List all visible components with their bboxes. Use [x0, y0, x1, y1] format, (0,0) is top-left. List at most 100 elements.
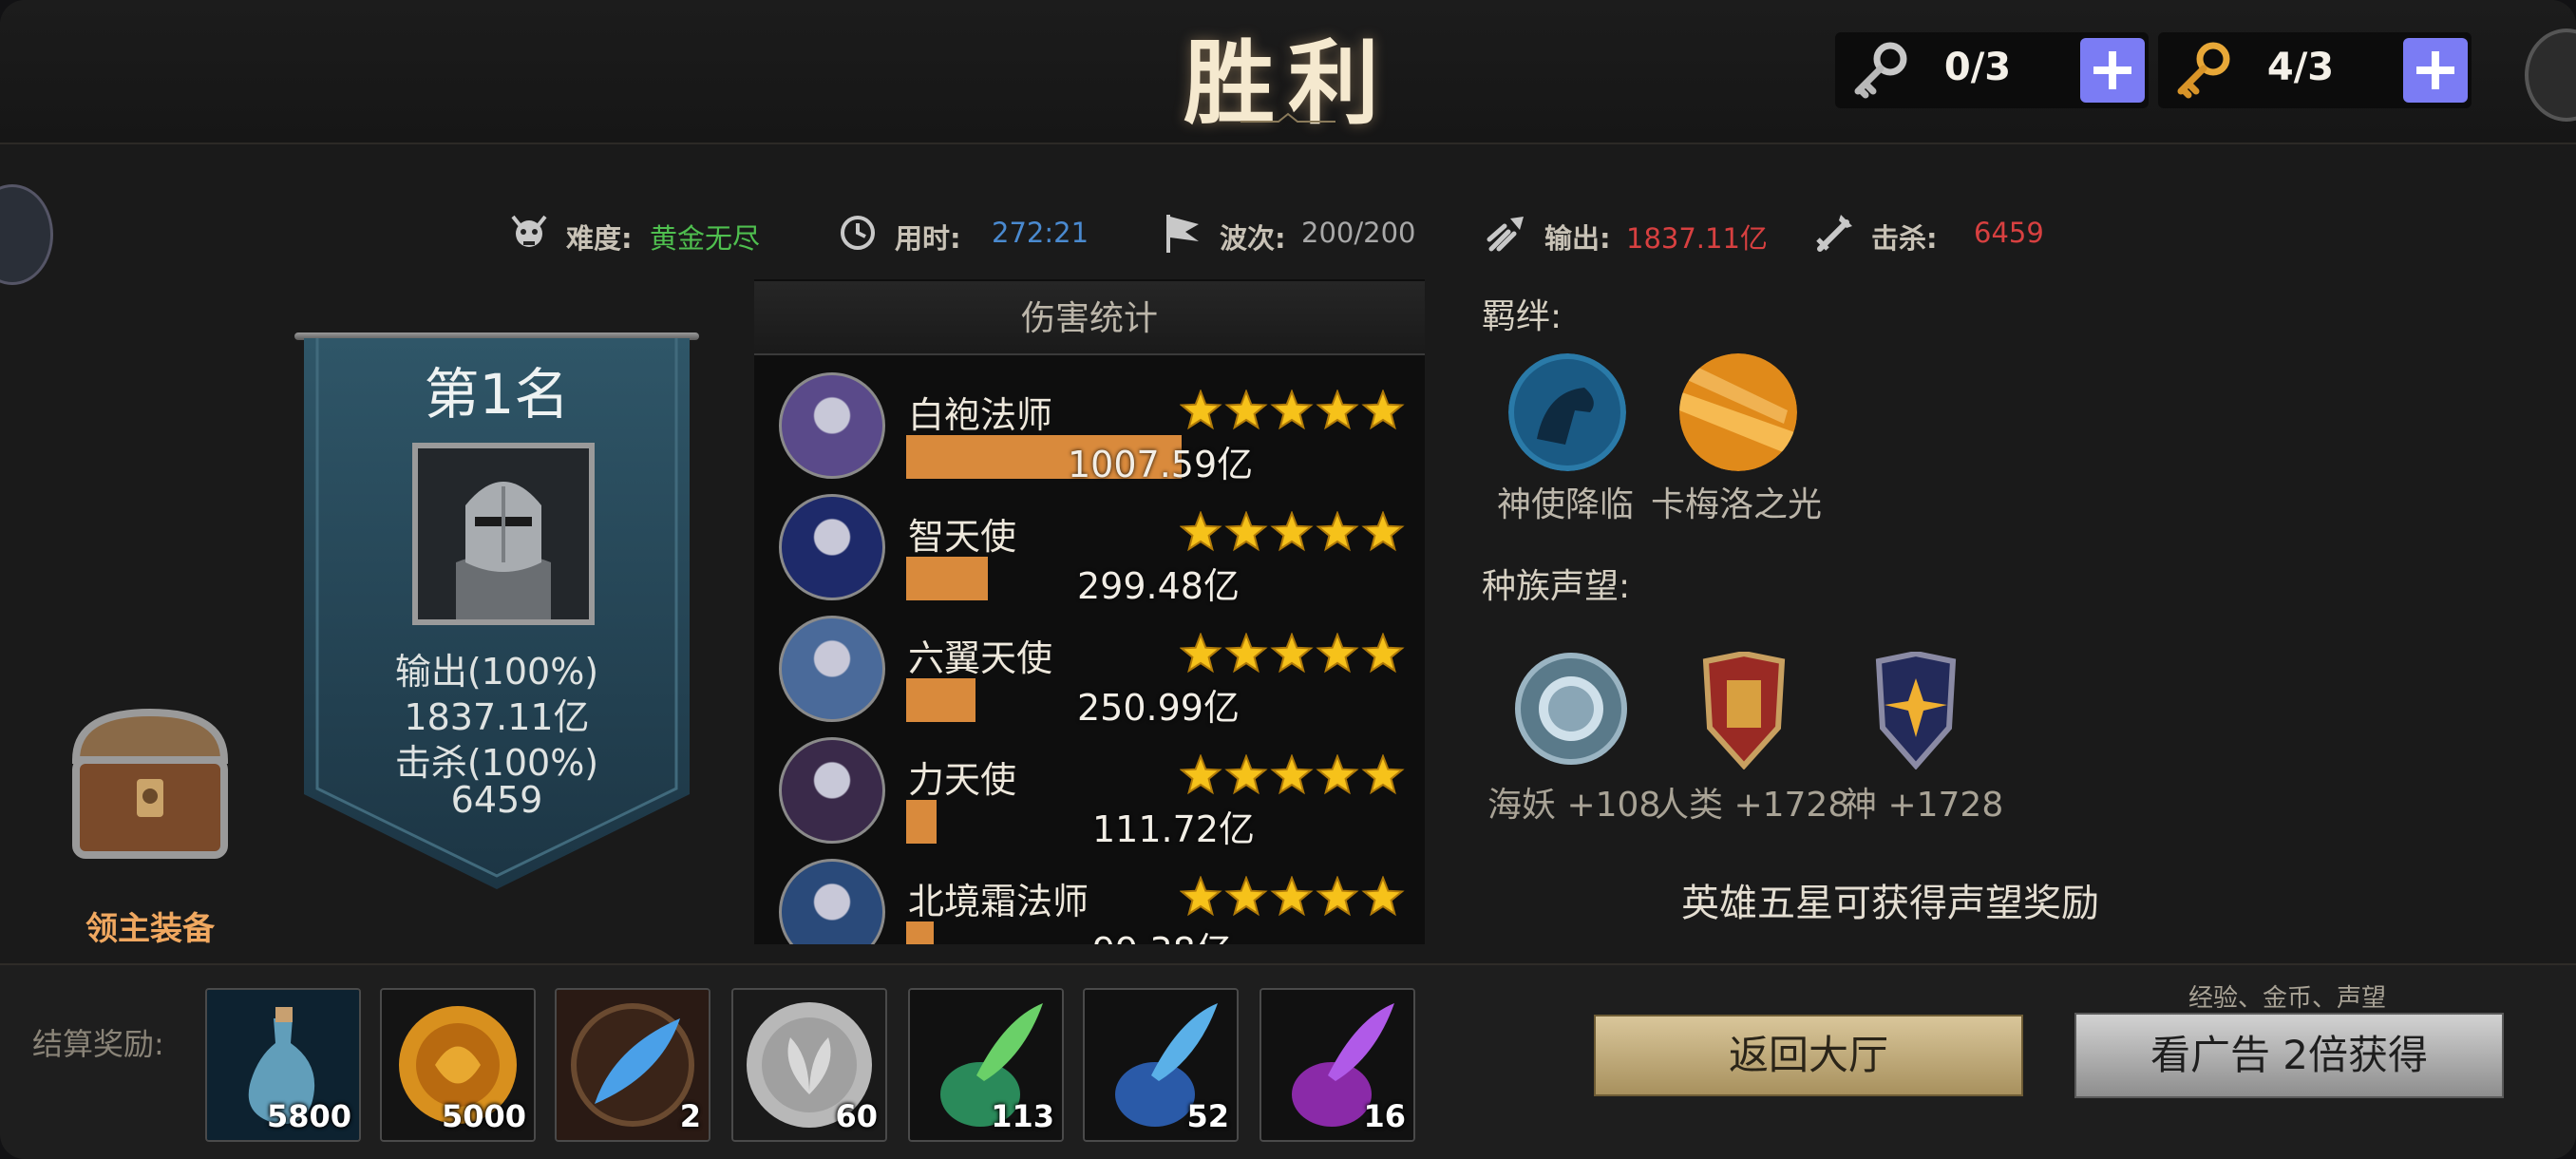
star-icon: [1270, 633, 1314, 674]
bond-label-2: 卡梅洛之光: [1651, 485, 1823, 524]
star-icon: [1361, 511, 1405, 552]
reputation-human: 人类 +1728: [1655, 786, 1850, 825]
star-icon: [1180, 390, 1222, 430]
star-icon: [1180, 754, 1222, 795]
clock-icon: [841, 216, 875, 250]
hero-damage-bar: [906, 800, 937, 844]
damage-title: 伤害统计: [1020, 299, 1158, 338]
bond-label-1: 神使降临: [1497, 485, 1635, 524]
star-icon: [1270, 390, 1314, 430]
hero-damage-row: 智天使 299.48亿: [754, 483, 1425, 607]
add-gold-key-button[interactable]: [2403, 38, 2468, 103]
kills-label: 击杀:: [1871, 222, 1938, 255]
hero-damage-value: 111.72亿: [1092, 808, 1255, 850]
hero-name: 六翼天使: [908, 637, 1053, 679]
damage-list[interactable]: 白袍法师 1007.59亿 智天使 299.48亿六翼天使 250.99亿力天使 111.…: [754, 361, 1425, 944]
reward-slot[interactable]: 16: [1260, 988, 1415, 1142]
star-icon: [1224, 390, 1268, 430]
hero-damage-row: 六翼天使 250.99亿: [754, 604, 1425, 729]
lord-equipment-label[interactable]: 领主装备: [57, 902, 243, 949]
gold-key-counter: 4/3: [2158, 32, 2472, 108]
mvp-output-label: 输出(100%): [394, 651, 599, 693]
divine-messenger-bond-icon[interactable]: [1508, 353, 1626, 471]
star-icon: [1224, 633, 1268, 674]
star-icon: [1180, 633, 1222, 674]
reputation-hint: 英雄五星可获得声望奖励: [1681, 882, 2099, 925]
hero-name: 力天使: [908, 759, 1017, 801]
reward-slot[interactable]: 113: [908, 988, 1064, 1142]
hero-name: 北境霜法师: [908, 881, 1089, 922]
hero-name: 智天使: [908, 516, 1017, 558]
difficulty-label: 难度:: [566, 222, 633, 255]
reward-slot[interactable]: 60: [731, 988, 887, 1142]
reputation-siren: 海妖 +108: [1487, 786, 1661, 825]
hero-damage-value: 250.99亿: [1077, 687, 1240, 729]
hero-damage-value: 99.38亿: [1092, 922, 1232, 944]
time-label: 用时:: [895, 222, 961, 255]
star-icon: [1361, 876, 1405, 917]
chat-bubble-icon[interactable]: [0, 184, 53, 285]
sword-icon: [1816, 215, 1852, 252]
hero-star-rating: [1180, 754, 1405, 795]
star-icon: [1361, 633, 1405, 674]
waves-value: 200/200: [1301, 217, 1416, 249]
reward-qty: 113: [991, 1098, 1054, 1134]
bonds-label: 羁绊:: [1482, 297, 1563, 336]
knight-portrait: [412, 443, 595, 625]
star-icon: [1316, 754, 1359, 795]
human-shield-icon: [1702, 652, 1786, 770]
star-icon: [1361, 754, 1405, 795]
mvp-kills-value: 6459: [450, 779, 543, 821]
rank-title: 第1名: [424, 362, 570, 427]
camelot-light-bond-icon[interactable]: [1679, 353, 1797, 471]
hero-damage-row: 北境霜法师99.38亿: [754, 847, 1425, 944]
hero-damage-bar: [906, 922, 934, 944]
reward-qty: 52: [1186, 1098, 1229, 1134]
hero-damage-row: 白袍法师 1007.59亿: [754, 361, 1425, 485]
damage-panel-header: 伤害统计: [754, 281, 1425, 355]
waves-label: 波次:: [1220, 222, 1286, 255]
victory-title: 胜利: [1184, 29, 1392, 137]
star-icon: [1224, 754, 1268, 795]
hero-star-rating: [1180, 633, 1405, 674]
hero-star-rating: [1180, 876, 1405, 917]
reward-qty: 5000: [441, 1098, 526, 1134]
star-icon: [1224, 876, 1268, 917]
reward-slot[interactable]: 5800: [205, 988, 361, 1142]
silver-key-count: 0/3: [1943, 46, 2012, 89]
hero-avatar: [779, 859, 885, 944]
return-lobby-button[interactable]: 返回大厅: [1594, 1015, 2023, 1096]
siren-shield-icon: [1515, 653, 1627, 765]
game-screen: 胜利 0/3 4/3 难度: 黄金无尽 用时: 272:21 波次: 200/2…: [0, 0, 2576, 1159]
gold-key-count: 4/3: [2266, 46, 2335, 89]
star-icon: [1270, 876, 1314, 917]
treasure-chest-icon[interactable]: [57, 694, 243, 874]
reputation-god: 神 +1728: [1843, 786, 2004, 825]
reward-slot[interactable]: 2: [555, 988, 710, 1142]
hero-damage-value: 1007.59亿: [1068, 444, 1254, 485]
hero-avatar: [779, 616, 885, 722]
hero-star-rating: [1180, 511, 1405, 552]
reward-qty: 60: [835, 1098, 878, 1134]
hero-avatar: [779, 737, 885, 844]
star-icon: [1224, 511, 1268, 552]
star-icon: [1270, 511, 1314, 552]
damage-burst-icon: [1487, 217, 1524, 252]
gold-key-icon: [2177, 42, 2230, 99]
star-icon: [1316, 876, 1359, 917]
star-icon: [1270, 754, 1314, 795]
star-icon: [1180, 876, 1222, 917]
star-icon: [1316, 633, 1359, 674]
add-silver-key-button[interactable]: [2080, 38, 2145, 103]
reward-slot[interactable]: 5000: [380, 988, 536, 1142]
reward-qty: 5800: [266, 1098, 351, 1134]
hero-name: 白袍法师: [908, 394, 1053, 436]
hero-avatar: [779, 372, 885, 479]
ad-bonus-note: 经验、金币、声望: [2188, 984, 2386, 1013]
hero-damage-bar: [906, 557, 988, 600]
output-value: 1837.11亿: [1626, 222, 1768, 255]
mvp-output-value: 1837.11亿: [404, 696, 590, 738]
watch-ad-double-button[interactable]: 看广告 2倍获得: [2074, 1013, 2504, 1098]
reward-slot[interactable]: 52: [1083, 988, 1239, 1142]
hero-avatar: [779, 494, 885, 600]
